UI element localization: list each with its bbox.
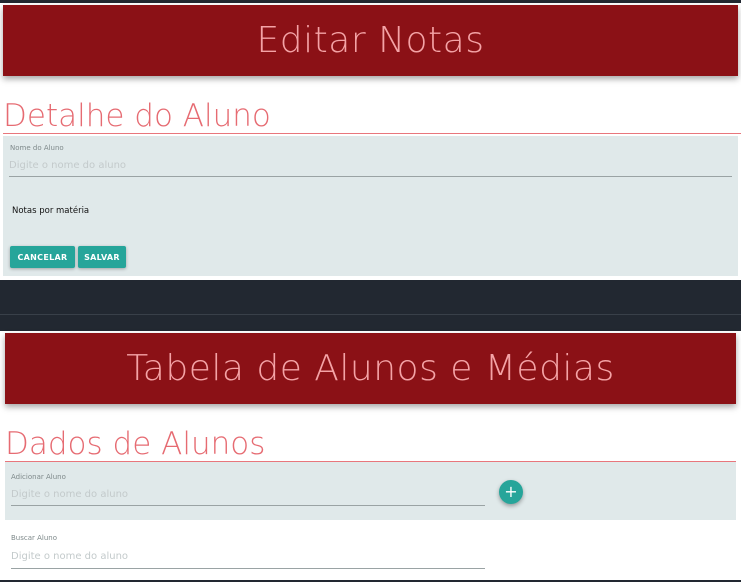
students-table-banner: Tabela de Alunos e Médias [5, 333, 736, 404]
add-student-form: Adicionar Aluno + [5, 462, 736, 520]
students-table-title: Tabela de Alunos e Médias [126, 348, 615, 389]
edit-notes-title: Editar Notas [256, 20, 485, 61]
cancel-button[interactable]: CANCELAR [10, 246, 75, 268]
search-student-label: Buscar Aluno [11, 534, 58, 542]
save-button[interactable]: SALVAR [78, 246, 126, 268]
add-student-input[interactable] [11, 484, 485, 506]
add-student-label: Adicionar Aluno [11, 473, 66, 481]
student-name-label: Nome do Aluno [10, 144, 64, 152]
separator-rule [0, 314, 741, 315]
student-name-input[interactable] [9, 155, 732, 177]
dark-separator-band [0, 280, 741, 331]
plus-icon: + [504, 482, 518, 501]
student-detail-form: Nome do Aluno Notas por matéria CANCELAR… [3, 136, 738, 276]
search-student-input[interactable] [11, 545, 485, 569]
student-detail-heading: Detalhe do Aluno [3, 98, 741, 134]
notes-by-subject-label: Notas por matéria [12, 206, 90, 216]
student-data-heading: Dados de Alunos [5, 426, 736, 462]
edit-notes-page: Editar Notas Detalhe do Aluno Nome do Al… [0, 0, 741, 280]
top-divider [0, 0, 741, 3]
edit-notes-banner: Editar Notas [3, 5, 738, 76]
search-student-form: Buscar Aluno [5, 520, 736, 580]
add-student-button[interactable]: + [499, 480, 523, 504]
